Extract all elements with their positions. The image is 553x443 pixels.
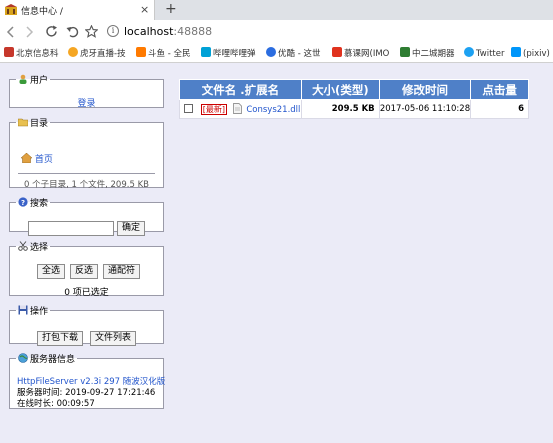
actions-panel: 操作 打包下载 文件列表 — [9, 304, 164, 346]
file-icon — [232, 103, 242, 114]
server-info-legend: 服务器信息 — [16, 352, 77, 365]
file-table-header: 文件名 .扩展名 大小(类型) 修改时间 点击量 — [179, 79, 529, 100]
user-panel: 用户 登录 — [9, 73, 164, 109]
selection-status: 0 项已选定 — [64, 288, 109, 298]
bookmark-favicon-icon — [4, 47, 14, 57]
select-panel: 选择 全选 反选 通配符 0 项已选定 — [9, 240, 164, 298]
archive-download-button[interactable]: 打包下载 — [37, 331, 84, 346]
column-header-size[interactable]: 大小(类型) — [300, 79, 380, 100]
tab-close-icon[interactable]: × — [140, 3, 149, 16]
file-list-button[interactable]: 文件列表 — [90, 331, 137, 346]
row-checkbox[interactable] — [184, 104, 193, 113]
address-bar[interactable]: i localhost:48888 — [103, 23, 553, 41]
new-badge: [最新] — [200, 104, 227, 115]
bookmark-item[interactable]: 斗鱼 - 全民 — [136, 47, 190, 59]
user-legend: 用户 — [16, 73, 50, 86]
bookmark-item[interactable]: 慕课网(IMO — [332, 47, 389, 59]
directory-panel: 目录 首页 0 个子目录, 1 个文件, 209.5 KB — [9, 116, 164, 190]
bookmark-item[interactable]: 哔哩哔哩弹 — [201, 47, 256, 59]
server-info-panel: 服务器信息 HttpFileServer v2.3i 297 随波汉化版 服务器… — [9, 352, 165, 409]
new-tab-icon[interactable]: + — [165, 1, 177, 17]
wildcard-button[interactable]: 通配符 — [103, 264, 141, 279]
file-table: 文件名 .扩展名 大小(类型) 修改时间 点击量 [最新] Consys21.d… — [179, 79, 529, 119]
browser-tab-bar: 信息中心 / × + — [0, 0, 553, 20]
column-header-name[interactable]: 文件名 .扩展名 — [179, 79, 302, 100]
bookmarks-bar: 北京信息科 虎牙直播-技 斗鱼 - 全民 哔哩哔哩弹 优酷 - 这世 慕课网(I… — [0, 44, 553, 63]
tab-title: 信息中心 / — [21, 7, 63, 17]
search-legend: ? 搜索 — [16, 196, 50, 209]
bookmark-item[interactable]: 北京信息科 — [4, 47, 59, 59]
address-text: localhost:48888 — [124, 25, 213, 38]
save-icon — [18, 305, 28, 315]
server-globe-icon — [18, 353, 28, 363]
invert-selection-button[interactable]: 反选 — [70, 264, 99, 279]
forward-icon[interactable] — [24, 26, 34, 38]
select-all-button[interactable]: 全选 — [37, 264, 66, 279]
tab-favicon-icon — [5, 4, 17, 15]
file-name-cell: [最新] Consys21.dll — [179, 99, 302, 119]
bookmark-favicon-icon — [201, 47, 211, 57]
search-panel: ? 搜索 确定 — [9, 196, 164, 236]
table-row: [最新] Consys21.dll 209.5 KB 2017-05-06 11… — [179, 99, 529, 119]
twitter-icon — [464, 47, 474, 57]
home-link[interactable]: 首页 — [35, 155, 53, 165]
file-size-cell: 209.5 KB — [300, 99, 380, 119]
site-info-icon[interactable]: i — [107, 25, 119, 37]
bookmark-item[interactable]: Twitter — [464, 47, 505, 59]
directory-summary: 0 个子目录, 1 个文件, 209.5 KB — [24, 180, 149, 190]
scissors-icon — [18, 241, 28, 251]
login-link[interactable]: 登录 — [77, 99, 95, 109]
reload-icon[interactable] — [45, 25, 58, 38]
bookmark-item[interactable]: 虎牙直播-技 — [68, 47, 126, 59]
help-circle-icon: ? — [18, 197, 28, 207]
directory-legend: 目录 — [16, 116, 50, 129]
select-legend: 选择 — [16, 240, 50, 253]
divider — [18, 173, 155, 174]
server-uptime: 在线时长: 00:09:57 — [17, 399, 95, 409]
bookmark-favicon-icon — [266, 47, 276, 57]
browser-toolbar: i localhost:48888 — [0, 20, 553, 44]
svg-text:?: ? — [21, 199, 25, 207]
home-icon — [21, 153, 32, 163]
page-content: 用户 登录 目录 首页 0 个子目录, 1 个文件, 209.5 KB ? 搜索 … — [0, 63, 553, 443]
folder-icon — [18, 118, 28, 127]
column-header-hits[interactable]: 点击量 — [470, 79, 529, 100]
search-input[interactable] — [28, 221, 114, 236]
actions-legend: 操作 — [16, 304, 50, 317]
back-icon[interactable] — [6, 26, 16, 38]
search-submit-button[interactable]: 确定 — [117, 221, 146, 236]
file-modified-cell: 2017-05-06 11:10:28 — [378, 99, 472, 119]
bookmark-favicon-icon — [68, 47, 78, 57]
bookmark-favicon-icon — [400, 47, 410, 57]
pixiv-icon — [511, 47, 521, 57]
bookmark-favicon-icon — [136, 47, 146, 57]
bookmark-star-icon[interactable] — [85, 25, 98, 38]
undo-icon[interactable] — [66, 25, 79, 38]
column-header-modified[interactable]: 修改时间 — [378, 79, 472, 100]
bookmark-item[interactable]: 中二城期器 — [400, 47, 455, 59]
file-name-link[interactable]: Consys21.dll — [246, 105, 300, 115]
bookmark-favicon-icon — [332, 47, 342, 57]
browser-tab[interactable]: 信息中心 / × — [0, 0, 155, 20]
user-icon — [19, 74, 27, 84]
bookmark-item[interactable]: (pixiv) — [511, 47, 550, 59]
file-hits-cell: 6 — [470, 99, 529, 119]
bookmark-item[interactable]: 优酷 - 这世 — [266, 47, 320, 59]
home-link-row[interactable]: 首页 — [21, 152, 53, 165]
